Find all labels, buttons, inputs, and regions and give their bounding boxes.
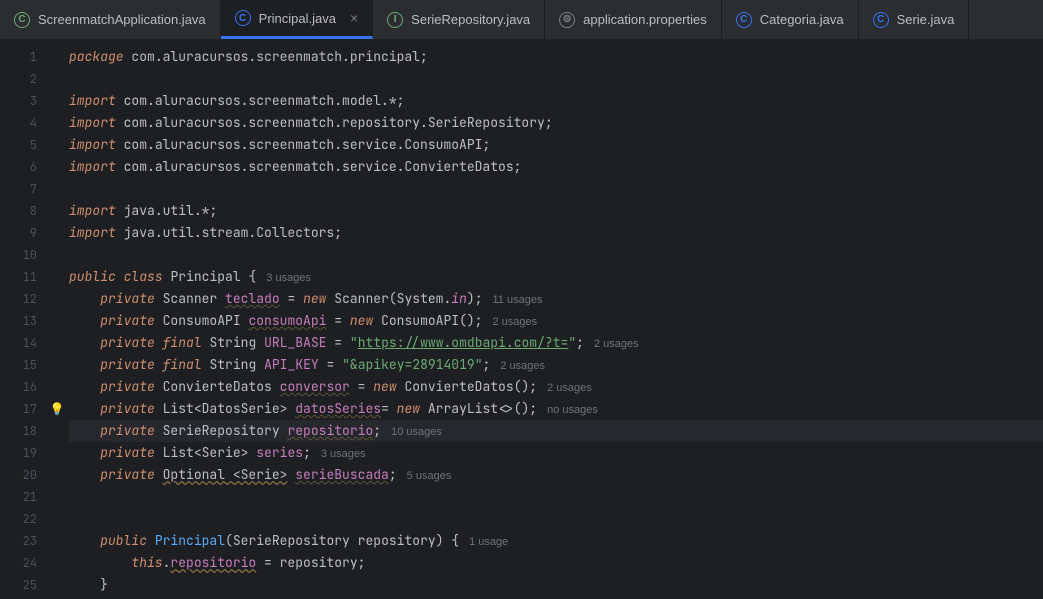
usage-hint[interactable]: 2 usages [537, 382, 592, 394]
usage-hint[interactable]: 2 usages [490, 360, 545, 372]
tab-label: application.properties [583, 12, 707, 27]
usage-hint[interactable]: 2 usages [482, 316, 537, 328]
tab-label: Principal.java [259, 11, 336, 26]
tab-serie-repository[interactable]: I SerieRepository.java [373, 0, 545, 39]
line-number-gutter: 1234567891011121314151617181920212223242… [0, 40, 47, 599]
tab-label: Categoria.java [760, 12, 844, 27]
code-content[interactable]: package com.aluracursos.screenmatch.prin… [67, 40, 1043, 599]
tab-categoria[interactable]: C Categoria.java [722, 0, 859, 39]
usage-hint[interactable]: no usages [537, 404, 598, 416]
class-icon: C [14, 12, 30, 28]
tab-label: Serie.java [897, 12, 955, 27]
usage-hint[interactable]: 5 usages [397, 470, 452, 482]
editor-tabs: C ScreenmatchApplication.java C Principa… [0, 0, 1043, 40]
usage-hint[interactable]: 3 usages [311, 448, 366, 460]
usage-hint[interactable]: 2 usages [584, 338, 639, 350]
intention-bulb-icon[interactable]: 💡 [50, 401, 65, 417]
tab-principal[interactable]: C Principal.java × [221, 0, 374, 39]
class-icon: C [873, 12, 889, 28]
usage-hint[interactable]: 3 usages [256, 272, 311, 284]
editor-area[interactable]: 1234567891011121314151617181920212223242… [0, 40, 1043, 599]
usage-hint[interactable]: 10 usages [381, 426, 442, 438]
usage-hint[interactable]: 11 usages [483, 294, 543, 306]
hint-gutter: 💡 [47, 40, 67, 599]
tab-screenmatch-application[interactable]: C ScreenmatchApplication.java [0, 0, 221, 39]
usage-hint[interactable]: 1 usage [459, 536, 508, 548]
close-icon[interactable]: × [350, 10, 358, 26]
properties-icon: ⚙ [559, 12, 575, 28]
class-icon: C [736, 12, 752, 28]
class-icon: C [235, 10, 251, 26]
tab-serie[interactable]: C Serie.java [859, 0, 970, 39]
tab-application-properties[interactable]: ⚙ application.properties [545, 0, 722, 39]
interface-icon: I [387, 12, 403, 28]
tab-label: SerieRepository.java [411, 12, 530, 27]
tab-label: ScreenmatchApplication.java [38, 12, 206, 27]
